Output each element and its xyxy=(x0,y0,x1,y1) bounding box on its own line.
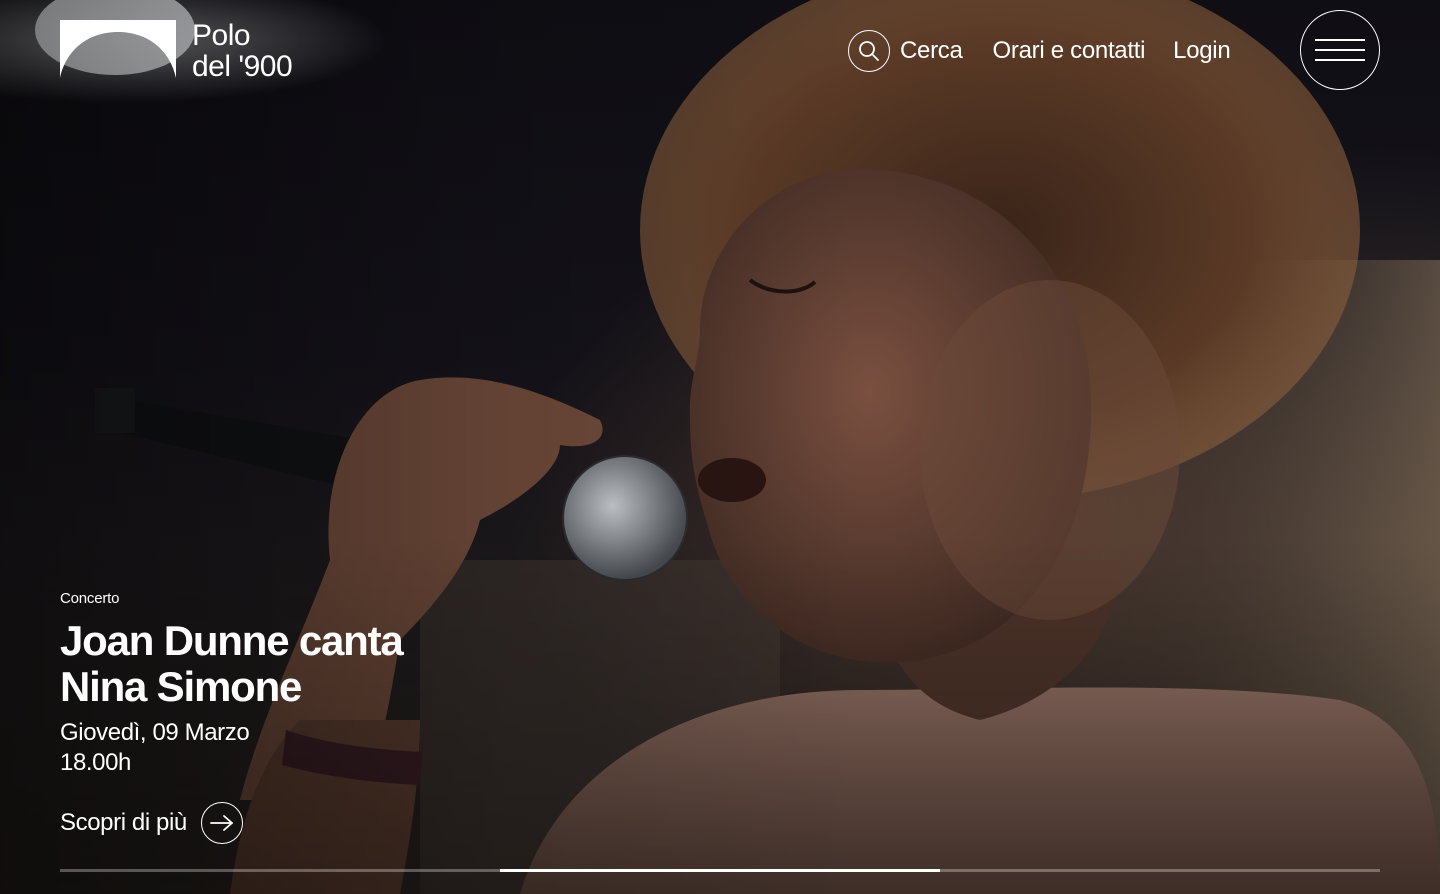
slide-caption: Concerto Joan Dunne canta Nina Simone Gi… xyxy=(60,590,540,778)
logo-line-1: Polo xyxy=(192,19,251,52)
logo-line-2: del '900 xyxy=(192,50,293,83)
logo-mark-icon xyxy=(60,20,176,78)
menu-button[interactable] xyxy=(1300,10,1380,90)
event-title: Joan Dunne canta Nina Simone xyxy=(60,617,404,710)
search-icon xyxy=(859,41,879,61)
logo-wordmark: Polo del '900 xyxy=(192,19,293,83)
discover-more-label: Scopri di più xyxy=(60,809,187,836)
arrow-button xyxy=(200,802,243,844)
search-label: Cerca xyxy=(900,37,963,64)
event-time: 18.00h xyxy=(60,749,132,776)
top-nav: Cerca Orari e contatti Login xyxy=(848,30,1231,72)
search-button[interactable]: Cerca xyxy=(848,30,963,72)
slide-progress-indicator xyxy=(500,869,940,872)
arrow-right-icon xyxy=(209,815,233,831)
hamburger-menu-icon-bar xyxy=(1315,49,1365,51)
discover-more-link[interactable]: Scopri di più xyxy=(60,802,243,844)
site-logo[interactable]: Polo del '900 xyxy=(60,19,293,83)
nav-link-login[interactable]: Login xyxy=(1173,37,1231,65)
slide-progress-track[interactable] xyxy=(60,869,1380,872)
event-date: Giovedì, 09 Marzo xyxy=(60,719,250,746)
nav-link-hours-contacts[interactable]: Orari e contatti xyxy=(993,37,1146,65)
search-icon-circle xyxy=(848,30,890,72)
event-category: Concerto xyxy=(60,590,120,607)
hamburger-menu-icon xyxy=(1315,39,1365,41)
hamburger-menu-icon-bar xyxy=(1315,59,1365,61)
hero-slideshow: Polo del '900 Cerca Orari e contatti Log… xyxy=(0,0,1440,894)
